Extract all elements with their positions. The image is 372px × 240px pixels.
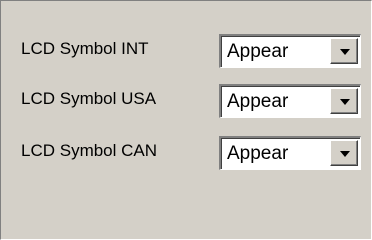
lcd-symbol-int-value: Appear bbox=[227, 41, 289, 62]
lcd-symbol-usa-row: LCD Symbol USA Appear bbox=[1, 84, 371, 119]
chevron-down-icon bbox=[340, 49, 350, 55]
chevron-down-icon bbox=[340, 99, 350, 105]
chevron-down-icon bbox=[340, 151, 350, 157]
settings-panel: LCD Symbol INT Appear LCD Symbol USA App… bbox=[0, 0, 372, 240]
lcd-symbol-usa-dropdown-button[interactable] bbox=[330, 88, 358, 114]
lcd-symbol-int-label: LCD Symbol INT bbox=[21, 39, 149, 58]
lcd-symbol-can-value: Appear bbox=[227, 143, 289, 164]
lcd-symbol-int-dropdown-button[interactable] bbox=[330, 38, 358, 64]
lcd-symbol-usa-label: LCD Symbol USA bbox=[21, 89, 157, 108]
lcd-symbol-int-select[interactable]: Appear bbox=[219, 34, 361, 68]
lcd-symbol-int-row: LCD Symbol INT Appear bbox=[1, 34, 371, 69]
lcd-symbol-can-select[interactable]: Appear bbox=[219, 136, 361, 170]
lcd-symbol-usa-select[interactable]: Appear bbox=[219, 84, 361, 118]
lcd-symbol-can-label: LCD Symbol CAN bbox=[21, 141, 158, 160]
lcd-symbol-can-row: LCD Symbol CAN Appear bbox=[1, 136, 371, 171]
lcd-symbol-usa-value: Appear bbox=[227, 91, 289, 112]
lcd-symbol-can-dropdown-button[interactable] bbox=[330, 140, 358, 166]
